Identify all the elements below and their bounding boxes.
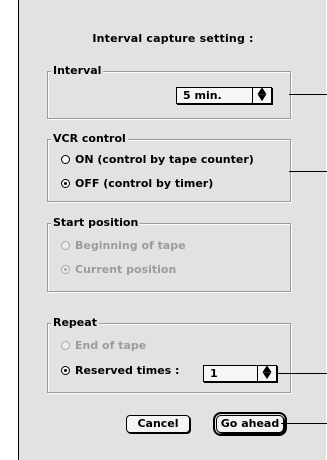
callout-line <box>289 94 327 95</box>
vcr-control-group: VCR control ON (control by tape counter)… <box>47 131 291 202</box>
vcr-on-label: ON (control by tape counter) <box>75 153 254 166</box>
reserved-times-radio[interactable]: Reserved times : <box>61 363 179 379</box>
interval-group-label: Interval <box>51 63 104 79</box>
radio-button-icon <box>61 241 70 250</box>
beginning-of-tape-label: Beginning of tape <box>75 239 186 252</box>
vcr-off-label: OFF (control by timer) <box>75 177 214 190</box>
callout-line <box>277 373 327 374</box>
end-of-tape-radio[interactable]: End of tape <box>61 338 146 354</box>
radio-button-selected-icon <box>61 179 70 188</box>
dialog-title: Interval capture setting : <box>92 32 254 45</box>
radio-button-icon <box>61 155 70 164</box>
radio-button-selected-icon <box>61 265 70 274</box>
interval-popup[interactable]: 5 min. ▲ ▼ <box>176 87 272 104</box>
callout-line <box>289 171 327 172</box>
vcr-on-radio[interactable]: ON (control by tape counter) <box>61 152 254 168</box>
callout-line <box>281 423 327 424</box>
reserved-times-label: Reserved times : <box>75 364 180 377</box>
current-position-label: Current position <box>75 263 177 276</box>
cancel-button[interactable]: Cancel <box>126 415 190 433</box>
radio-button-icon <box>61 341 70 350</box>
popup-arrows-icon: ▲ ▼ <box>257 365 276 381</box>
reserved-times-popup[interactable]: 1 ▲ ▼ <box>203 365 277 382</box>
vcr-control-label: VCR control <box>51 131 128 147</box>
current-position-radio[interactable]: Current position <box>61 262 176 278</box>
vcr-off-radio[interactable]: OFF (control by timer) <box>61 176 213 192</box>
interval-group: Interval 5 min. ▲ ▼ <box>47 63 291 119</box>
start-position-label: Start position <box>51 215 141 231</box>
popup-arrows-icon: ▲ ▼ <box>252 87 271 103</box>
end-of-tape-label: End of tape <box>75 339 147 352</box>
reserved-times-value: 1 <box>210 367 218 380</box>
repeat-group: Repeat End of tape Reserved times : 1 ▲ ▼ <box>47 315 291 393</box>
dialog-window: Interval capture setting : Interval 5 mi… <box>18 0 327 460</box>
go-ahead-button[interactable]: Go ahead <box>213 412 287 436</box>
radio-button-selected-icon <box>61 366 70 375</box>
repeat-label: Repeat <box>51 315 99 331</box>
interval-popup-value: 5 min. <box>183 89 222 102</box>
beginning-of-tape-radio[interactable]: Beginning of tape <box>61 238 186 254</box>
start-position-group: Start position Beginning of tape Current… <box>47 215 291 292</box>
